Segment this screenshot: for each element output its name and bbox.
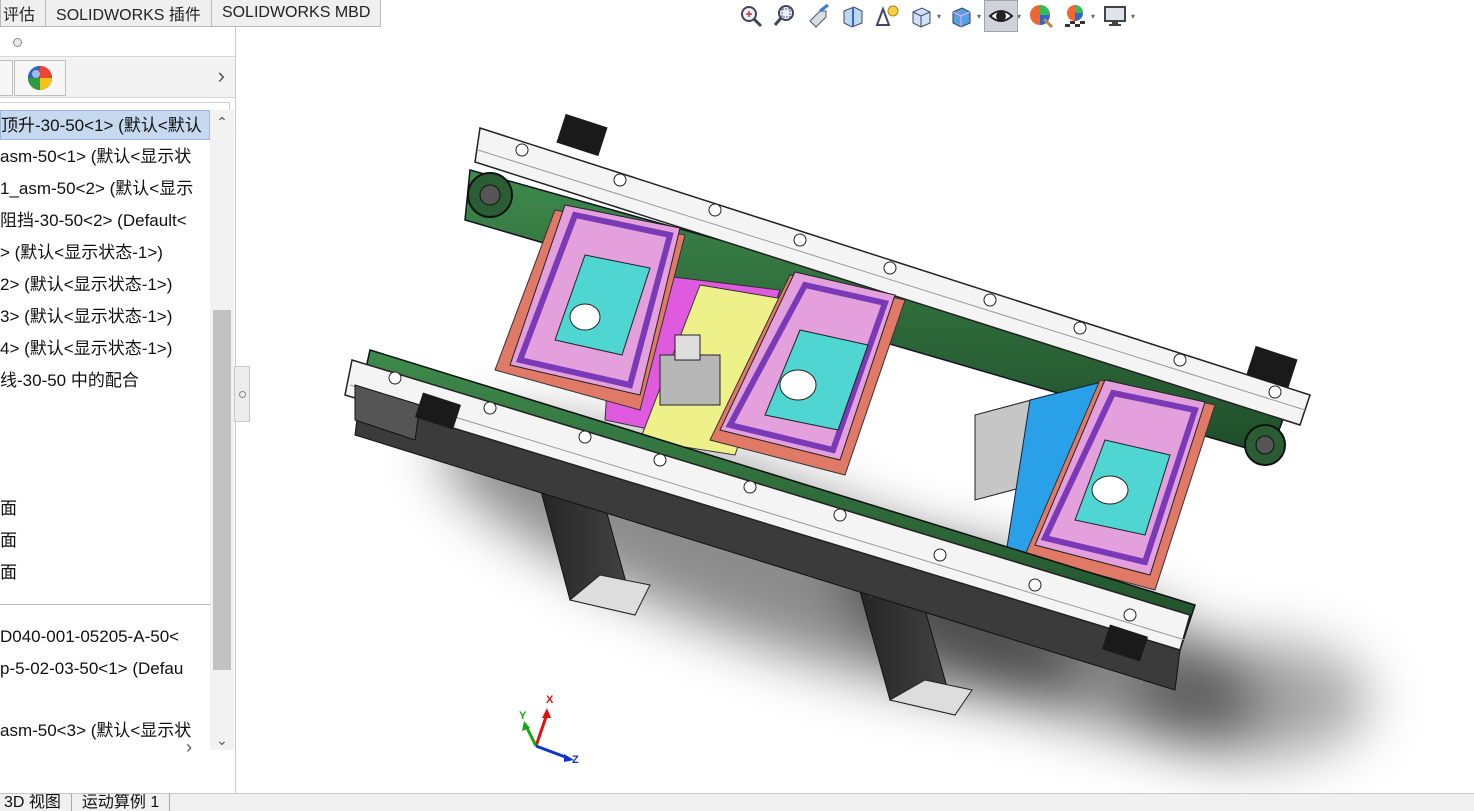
zoom-to-fit-icon[interactable]	[734, 0, 768, 32]
tree-item[interactable]: 顶升-30-50<1> (默认<默认	[0, 110, 210, 140]
view-settings-icon[interactable]	[1098, 0, 1132, 32]
tab-solidworks-mbd[interactable]: SOLIDWORKS MBD	[210, 0, 382, 27]
chevron-right-icon[interactable]: ›	[186, 737, 192, 758]
tree-item[interactable]: 4> (默认<显示状态-1>)	[0, 334, 210, 364]
tree-item[interactable]: 阻挡-30-50<2> (Default<	[0, 206, 210, 236]
view-orientation-icon[interactable]	[904, 0, 938, 32]
tab-solidworks-addins[interactable]: SOLIDWORKS 插件	[45, 0, 212, 27]
heads-up-view-toolbar: ▾ ▾ ▾ ▾ ▾	[734, 0, 1138, 32]
z-axis-label: Z	[572, 754, 579, 766]
tree-item[interactable]: 面	[0, 494, 210, 524]
tab-motion-study-1[interactable]: 运动算例 1	[72, 794, 171, 811]
feature-tree: 顶升-30-50<1> (默认<默认 asm-50<1> (默认<显示状 1_a…	[0, 110, 210, 750]
y-axis-label: Y	[519, 710, 527, 722]
dynamic-annotation-views-icon[interactable]	[870, 0, 904, 32]
graphics-viewport[interactable]: X Y Z	[236, 32, 1474, 793]
section-view-icon[interactable]	[836, 0, 870, 32]
command-manager-tabs: 评估 SOLIDWORKS 插件 SOLIDWORKS MBD	[0, 0, 382, 27]
panel-header	[0, 27, 235, 57]
edit-appearance-icon[interactable]	[1024, 0, 1058, 32]
tree-item[interactable]: 2> (默认<显示状态-1>)	[0, 270, 210, 300]
scrollbar-thumb[interactable]	[213, 310, 231, 670]
tree-item[interactable]: 面	[0, 526, 210, 556]
tree-item[interactable]: asm-50<3> (默认<显示状	[0, 716, 210, 746]
bottom-tab-bar: 3D 视图 运动算例 1	[0, 793, 1474, 811]
tree-vertical-scrollbar[interactable]: ⌃ ⌄	[210, 110, 234, 750]
tree-item[interactable]: 面	[0, 558, 210, 588]
tree-item[interactable]: D040-001-05205-A-50<	[0, 622, 210, 652]
tree-item[interactable]: 3> (默认<显示状态-1>)	[0, 302, 210, 332]
tab-evaluate[interactable]: 评估	[0, 0, 47, 27]
x-axis-label: X	[546, 694, 554, 706]
zoom-to-area-icon[interactable]	[768, 0, 802, 32]
solidworks-window: 评估 SOLIDWORKS 插件 SOLIDWORKS MBD ▾ ▾ ▾ ▾ …	[0, 0, 1474, 811]
conveyor-model	[344, 113, 1370, 760]
display-style-icon[interactable]	[944, 0, 978, 32]
hide-show-items-icon[interactable]	[984, 0, 1018, 32]
tree-item[interactable]: asm-50<1> (默认<显示状	[0, 142, 210, 172]
display-manager-icon	[28, 66, 52, 90]
tree-item[interactable]: 1_asm-50<2> (默认<显示	[0, 174, 210, 204]
tree-item[interactable]: 线-30-50 中的配合	[0, 366, 210, 396]
tab-3d-view[interactable]: 3D 视图	[0, 794, 72, 811]
chevron-down-icon[interactable]: ⌄	[210, 730, 234, 750]
tree-item[interactable]: > (默认<显示状态-1>)	[0, 238, 210, 268]
chevron-right-icon[interactable]: ›	[218, 63, 225, 89]
previous-view-icon[interactable]	[802, 0, 836, 32]
chevron-up-icon[interactable]: ⌃	[210, 112, 234, 132]
apply-scene-icon[interactable]	[1058, 0, 1092, 32]
divider	[0, 604, 210, 605]
coordinate-triad: X Y Z	[516, 694, 586, 776]
panel-tabs: ›	[0, 57, 235, 98]
tab-property-manager[interactable]	[0, 60, 13, 96]
radio-icon[interactable]	[13, 38, 22, 47]
tab-display-manager[interactable]	[14, 60, 66, 96]
tree-item[interactable]: p-5-02-03-50<1> (Defau	[0, 654, 210, 684]
